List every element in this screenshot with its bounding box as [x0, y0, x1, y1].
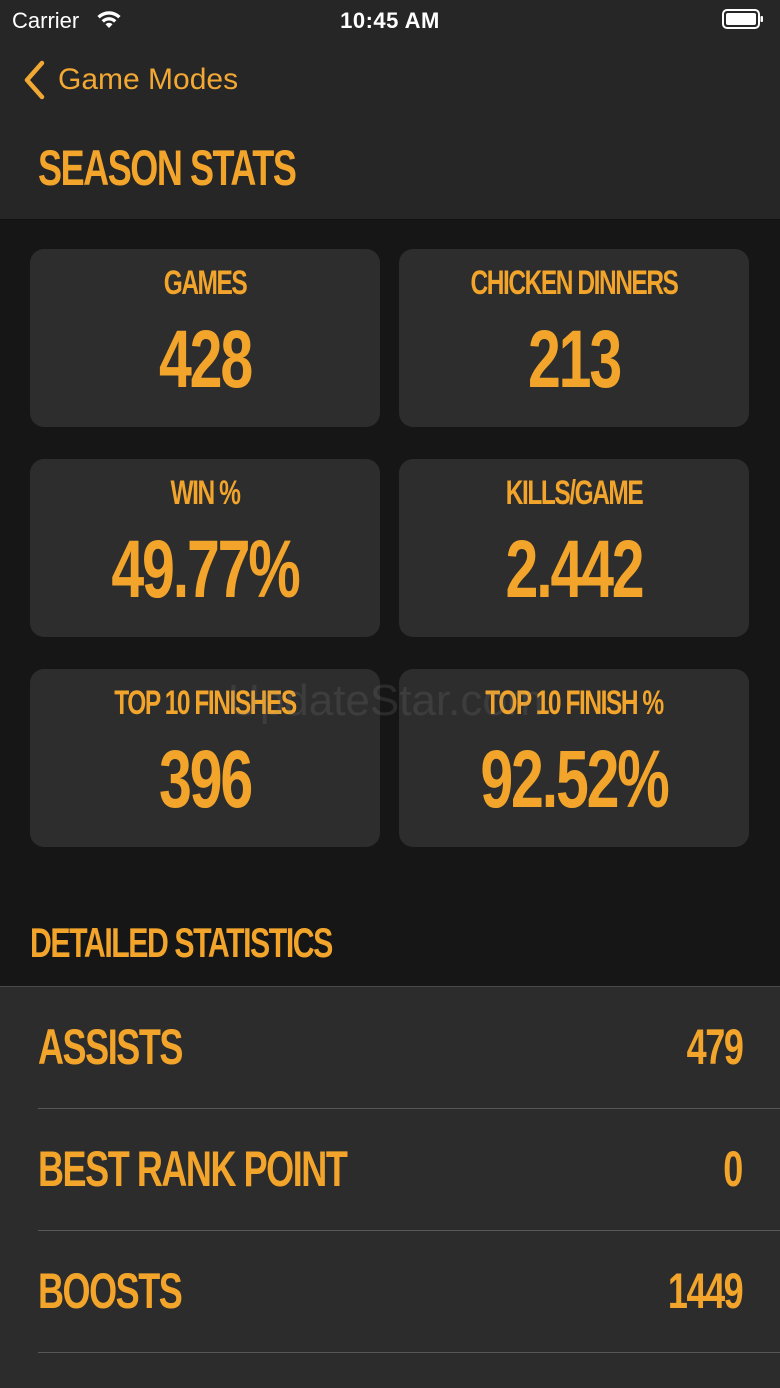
stat-value: 213	[527, 314, 622, 405]
stat-value: 49.77%	[111, 524, 300, 615]
stat-value: 2.442	[505, 524, 645, 615]
list-item-best-rank-point[interactable]: BEST RANK POINT 0	[0, 1109, 780, 1231]
stat-label: CHICKEN DINNERS	[470, 264, 679, 302]
list-item-assists[interactable]: ASSISTS 479	[0, 987, 780, 1109]
stat-value: 92.52%	[480, 734, 669, 825]
stat-label: KILLS/GAME	[505, 474, 644, 512]
row-label: BEST RANK POINT	[38, 1141, 348, 1197]
stat-card-games: GAMES 428	[30, 249, 380, 427]
row-value: 479	[686, 1019, 743, 1075]
row-label: ASSISTS	[38, 1019, 183, 1075]
back-button[interactable]: Game Modes	[22, 58, 238, 102]
page-title: SEASON STATS	[38, 140, 297, 196]
stat-label: GAMES	[163, 264, 248, 302]
row-value: 0	[723, 1141, 743, 1197]
row-value: 1449	[667, 1263, 744, 1319]
back-button-label: Game Modes	[58, 63, 239, 96]
stat-card-win-percent: WIN % 49.77%	[30, 459, 380, 637]
row-label: BOOSTS	[38, 1263, 183, 1319]
section-header-detailed-statistics: DETAILED STATISTICS	[30, 919, 333, 966]
stat-label: WIN %	[170, 474, 241, 512]
battery-icon	[722, 9, 763, 29]
detailed-statistics-list: ASSISTS 479 BEST RANK POINT 0 BOOSTS 144…	[0, 986, 780, 1388]
row-divider	[38, 1352, 780, 1353]
navigation-bar: Carrier 10:45 AM Game Modes SEASON STATS	[0, 0, 780, 220]
status-time: 10:45 AM	[340, 8, 440, 33]
stat-value: 396	[158, 734, 253, 825]
list-item-boosts[interactable]: BOOSTS 1449	[0, 1231, 780, 1353]
watermark: UpdateStar.com	[228, 676, 544, 725]
status-bar: Carrier 10:45 AM	[0, 0, 780, 40]
stat-card-kills-per-game: KILLS/GAME 2.442	[399, 459, 749, 637]
stat-value: 428	[158, 314, 253, 405]
stat-card-chicken-dinners: CHICKEN DINNERS 213	[399, 249, 749, 427]
chevron-left-icon	[24, 60, 45, 100]
